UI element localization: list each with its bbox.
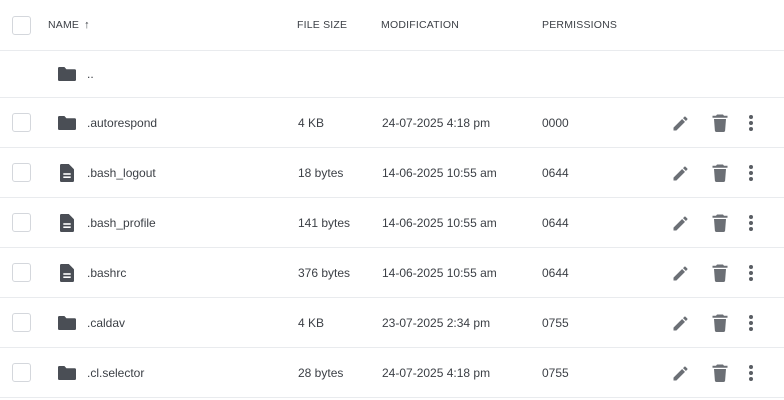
file-size: 18 bytes <box>298 165 344 180</box>
row-checkbox[interactable] <box>12 263 31 282</box>
file-modified: 24-07-2025 4:18 pm <box>382 115 491 130</box>
table-row[interactable]: .bash_profile 141 bytes 14-06-2025 10:55… <box>0 198 784 248</box>
folder-icon <box>56 348 78 397</box>
more-vertical-icon <box>749 164 753 181</box>
more-vertical-icon <box>749 214 753 231</box>
edit-button[interactable] <box>671 98 691 147</box>
delete-button[interactable] <box>711 198 729 247</box>
file-name[interactable]: .bashrc <box>87 248 126 297</box>
pencil-icon <box>673 265 688 280</box>
table-row[interactable]: .caldav 4 KB 23-07-2025 2:34 pm 0755 <box>0 298 784 348</box>
file-icon <box>56 248 78 297</box>
row-checkbox-cell <box>12 198 31 247</box>
file-modified: 14-06-2025 10:55 am <box>382 165 497 180</box>
parent-directory-name[interactable]: .. <box>87 51 94 97</box>
edit-button[interactable] <box>671 148 691 197</box>
row-checkbox[interactable] <box>12 313 31 332</box>
row-checkbox[interactable] <box>12 163 31 182</box>
file-name[interactable]: .bash_logout <box>87 148 156 197</box>
delete-button[interactable] <box>711 98 729 147</box>
more-options-button[interactable] <box>745 148 757 197</box>
trash-icon <box>712 364 728 382</box>
row-checkbox-cell <box>12 348 31 397</box>
column-header-name[interactable]: NAME ↑ <box>48 0 90 50</box>
file-permissions: 0644 <box>542 215 569 230</box>
more-options-button[interactable] <box>745 248 757 297</box>
file-modified: 24-07-2025 4:18 pm <box>382 365 491 380</box>
edit-button[interactable] <box>671 198 691 247</box>
row-checkbox[interactable] <box>12 363 31 382</box>
row-checkbox-cell <box>12 148 31 197</box>
sort-ascending-icon: ↑ <box>84 19 90 31</box>
table-row[interactable]: .cl.selector 28 bytes 24-07-2025 4:18 pm… <box>0 348 784 398</box>
column-header-modification[interactable]: MODIFICATION <box>381 0 459 50</box>
table-row[interactable]: .bash_logout 18 bytes 14-06-2025 10:55 a… <box>0 148 784 198</box>
file-modified: 14-06-2025 10:55 am <box>382 265 497 280</box>
file-modified: 23-07-2025 2:34 pm <box>382 315 491 330</box>
file-modified: 14-06-2025 10:55 am <box>382 215 497 230</box>
edit-button[interactable] <box>671 298 691 347</box>
more-vertical-icon <box>749 264 753 281</box>
file-rows: .autorespond 4 KB 24-07-2025 4:18 pm 000… <box>0 98 784 398</box>
trash-icon <box>712 214 728 232</box>
file-name[interactable]: .autorespond <box>87 98 157 147</box>
delete-button[interactable] <box>711 348 729 397</box>
file-icon <box>56 148 78 197</box>
edit-button[interactable] <box>671 248 691 297</box>
column-header-permissions[interactable]: PERMISSIONS <box>542 0 617 50</box>
row-checkbox-cell <box>12 298 31 347</box>
column-header-name-label: NAME <box>48 19 80 31</box>
column-header-file-size[interactable]: FILE SIZE <box>297 0 347 50</box>
more-vertical-icon <box>749 364 753 381</box>
more-vertical-icon <box>749 114 753 131</box>
delete-button[interactable] <box>711 148 729 197</box>
row-checkbox[interactable] <box>12 213 31 232</box>
folder-icon <box>56 98 78 147</box>
row-checkbox-cell <box>12 98 31 147</box>
file-name[interactable]: .bash_profile <box>87 198 156 247</box>
trash-icon <box>712 264 728 282</box>
more-options-button[interactable] <box>745 98 757 147</box>
trash-icon <box>712 164 728 182</box>
more-options-button[interactable] <box>745 298 757 347</box>
delete-button[interactable] <box>711 298 729 347</box>
file-size: 376 bytes <box>298 265 351 280</box>
file-permissions: 0644 <box>542 165 569 180</box>
file-size: 28 bytes <box>298 365 344 380</box>
row-checkbox[interactable] <box>12 113 31 132</box>
more-options-button[interactable] <box>745 198 757 247</box>
file-permissions: 0000 <box>542 115 569 130</box>
file-permissions: 0755 <box>542 365 569 380</box>
pencil-icon <box>673 315 688 330</box>
pencil-icon <box>673 215 688 230</box>
delete-button[interactable] <box>711 248 729 297</box>
file-size: 4 KB <box>298 315 325 330</box>
folder-icon <box>56 51 78 97</box>
table-row[interactable]: .autorespond 4 KB 24-07-2025 4:18 pm 000… <box>0 98 784 148</box>
pencil-icon <box>673 165 688 180</box>
file-name[interactable]: .cl.selector <box>87 348 144 397</box>
more-vertical-icon <box>749 314 753 331</box>
folder-icon <box>56 298 78 347</box>
parent-directory-row[interactable]: .. <box>0 51 784 98</box>
file-size: 4 KB <box>298 115 325 130</box>
file-table: NAME ↑ FILE SIZE MODIFICATION PERMISSION… <box>0 0 784 398</box>
pencil-icon <box>673 115 688 130</box>
file-icon <box>56 198 78 247</box>
pencil-icon <box>673 365 688 380</box>
trash-icon <box>712 314 728 332</box>
edit-button[interactable] <box>671 348 691 397</box>
file-permissions: 0644 <box>542 265 569 280</box>
file-name[interactable]: .caldav <box>87 298 125 347</box>
file-permissions: 0755 <box>542 315 569 330</box>
select-all-checkbox[interactable] <box>12 15 31 35</box>
select-all-cell <box>12 0 31 50</box>
trash-icon <box>712 114 728 132</box>
row-checkbox-cell <box>12 248 31 297</box>
table-row[interactable]: .bashrc 376 bytes 14-06-2025 10:55 am 06… <box>0 248 784 298</box>
table-header: NAME ↑ FILE SIZE MODIFICATION PERMISSION… <box>0 0 784 51</box>
file-size: 141 bytes <box>298 215 351 230</box>
more-options-button[interactable] <box>745 348 757 397</box>
